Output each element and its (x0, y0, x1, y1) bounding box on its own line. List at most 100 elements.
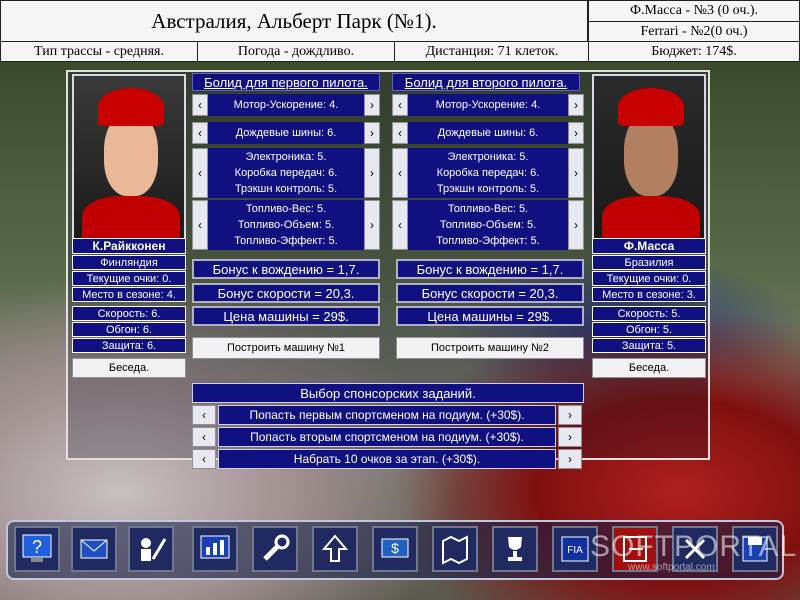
car2-electronics: Электроника: 5. Коробка передач: 6. Трэк… (408, 148, 568, 198)
driver1-speed: Скорость: 6. (72, 306, 186, 321)
track-type: Тип трассы - средняя. (0, 41, 198, 62)
car2-header: Болид для второго пилота. (392, 73, 580, 91)
trophy-icon (508, 537, 522, 561)
car1-engine: Мотор-Ускорение: 4. (208, 94, 364, 116)
driver2-season-place: Место в сезоне: 3. (592, 287, 706, 302)
sponsor2-left-arrow[interactable]: ‹ (192, 427, 216, 447)
help-icon: ? (22, 534, 52, 562)
driver1-overtake: Обгон: 6. (72, 322, 186, 337)
driver2-talk-button[interactable]: Беседа. (592, 358, 706, 378)
driver2-speed: Скорость: 5. (592, 306, 706, 321)
car2-tyres-right-arrow[interactable]: › (568, 122, 584, 144)
sponsor3-right-arrow[interactable]: › (558, 449, 582, 469)
sponsor1-right-arrow[interactable]: › (558, 405, 582, 425)
driver2-points: Текущие очки: 0. (592, 271, 706, 286)
car2-engine: Мотор-Ускорение: 4. (408, 94, 568, 116)
car1-tyres: Дождевые шины: 6. (208, 122, 364, 144)
car1-speed-bonus: Бонус скорости = 20,3. (192, 283, 380, 303)
map-icon (442, 535, 468, 565)
sponsor1-left-arrow[interactable]: ‹ (192, 405, 216, 425)
car2-driving-bonus: Бонус к вождению = 1,7. (396, 259, 584, 279)
help-button[interactable]: ? (14, 526, 60, 572)
build-car1-button[interactable]: Построить машину №1 (192, 337, 380, 359)
car1-price: Цена машины = 29$. (192, 306, 380, 326)
car2-electronics-left-arrow[interactable]: ‹ (392, 148, 408, 198)
upgrade-icon (321, 534, 349, 562)
car2-electronics-line: Электроника: 5. (447, 151, 529, 163)
car2-tyres: Дождевые шины: 6. (408, 122, 568, 144)
staff-icon (141, 538, 167, 561)
svg-text:$: $ (391, 540, 399, 556)
mail-button[interactable] (71, 526, 117, 572)
car2-fuel-right-arrow[interactable]: › (568, 200, 584, 250)
stats-button[interactable] (192, 526, 238, 572)
car1-tyres-right-arrow[interactable]: › (364, 122, 380, 144)
svg-text:FIA: FIA (567, 545, 583, 556)
driver2-overtake: Обгон: 5. (592, 322, 706, 337)
car2-fuel: Топливо-Вес: 5. Топливо-Объем: 5. Топлив… (408, 200, 568, 250)
sponsor-task-3[interactable]: Набрать 10 очков за этап. (+30$). (218, 449, 556, 469)
driver1-name: К.Райкконен (72, 238, 186, 254)
car2-tyres-left-arrow[interactable]: ‹ (392, 122, 408, 144)
car2-engine-right-arrow[interactable]: › (568, 94, 584, 116)
car2-fuel-left-arrow[interactable]: ‹ (392, 200, 408, 250)
driver1-country: Финляндия (72, 255, 186, 270)
car1-fuel-left-arrow[interactable]: ‹ (192, 200, 208, 250)
driver2-country: Бразилия (592, 255, 706, 270)
car2-fuel-volume-line: Топливо-Объем: 5. (439, 219, 537, 231)
car1-fuel-weight-line: Топливо-Вес: 5. (245, 203, 327, 215)
finance-icon: $ (381, 538, 409, 558)
car1-electronics-line: Электроника: 5. (245, 151, 327, 163)
car1-fuel: Топливо-Вес: 5. Топливо-Объем: 5. Топлив… (208, 200, 364, 250)
car1-header: Болид для первого пилота. (192, 73, 380, 91)
track-title: Австралия, Альберт Парк (№1). (0, 0, 588, 42)
trophy-button[interactable] (492, 526, 538, 572)
sponsors-header: Выбор спонсорских заданий. (192, 383, 584, 403)
car2-speed-bonus: Бонус скорости = 20,3. (396, 283, 584, 303)
sponsor-task-1[interactable]: Попасть первым спортсменом на подиум. (+… (218, 405, 556, 425)
car1-driving-bonus: Бонус к вождению = 1,7. (192, 259, 380, 279)
finance-button[interactable]: $ (372, 526, 418, 572)
stats-icon (200, 535, 230, 559)
watermark-logo: SOFTPORTAL (590, 530, 798, 563)
car2-fuel-effect-line: Топливо-Эффект: 5. (436, 235, 540, 247)
driver2-name: Ф.Масса (592, 238, 706, 254)
car2-electronics-right-arrow[interactable]: › (568, 148, 584, 198)
weather: Погода - дождливо. (197, 41, 395, 62)
map-button[interactable] (432, 526, 478, 572)
wrench-icon (263, 534, 290, 561)
driver1-defense: Защита: 6. (72, 338, 186, 353)
car1-electronics-left-arrow[interactable]: ‹ (192, 148, 208, 198)
sponsor2-right-arrow[interactable]: › (558, 427, 582, 447)
staff-button[interactable] (128, 526, 174, 572)
tuning-button[interactable] (252, 526, 298, 572)
build-car2-button[interactable]: Построить машину №2 (396, 337, 584, 359)
car1-gearbox-line: Коробка передач: 6. (234, 167, 338, 179)
watermark-url: www.softportal.com (628, 562, 715, 573)
driver1-talk-button[interactable]: Беседа. (72, 358, 186, 378)
car1-electronics-right-arrow[interactable]: › (364, 148, 380, 198)
sponsor-task-2[interactable]: Попасть вторым спортсменом на подиум. (+… (218, 427, 556, 447)
sponsor3-left-arrow[interactable]: ‹ (192, 449, 216, 469)
fia-icon: FIA (561, 536, 589, 562)
car2-fuel-weight-line: Топливо-Вес: 5. (447, 203, 529, 215)
car1-engine-right-arrow[interactable]: › (364, 94, 380, 116)
upgrade-button[interactable] (312, 526, 358, 572)
car2-engine-left-arrow[interactable]: ‹ (392, 94, 408, 116)
car1-fuel-right-arrow[interactable]: › (364, 200, 380, 250)
mail-icon (80, 539, 108, 559)
car1-engine-left-arrow[interactable]: ‹ (192, 94, 208, 116)
team-info: Ferrari - №2(0 оч.) (588, 21, 800, 42)
distance: Дистанция: 71 клеток. (394, 41, 590, 62)
car1-tyres-left-arrow[interactable]: ‹ (192, 122, 208, 144)
driver1-photo (72, 74, 186, 240)
car1-fuel-effect-line: Топливо-Эффект: 5. (234, 235, 338, 247)
car2-traction-line: Трэкшн контроль: 5. (436, 183, 540, 195)
budget: Бюджет: 174$. (588, 41, 800, 62)
car1-fuel-volume-line: Топливо-Объем: 5. (237, 219, 335, 231)
car2-gearbox-line: Коробка передач: 6. (436, 167, 540, 179)
driver2-defense: Защита: 5. (592, 338, 706, 353)
driver1-points: Текущие очки: 0. (72, 271, 186, 286)
driver1-season-place: Место в сезоне: 4. (72, 287, 186, 302)
car2-price: Цена машины = 29$. (396, 306, 584, 326)
